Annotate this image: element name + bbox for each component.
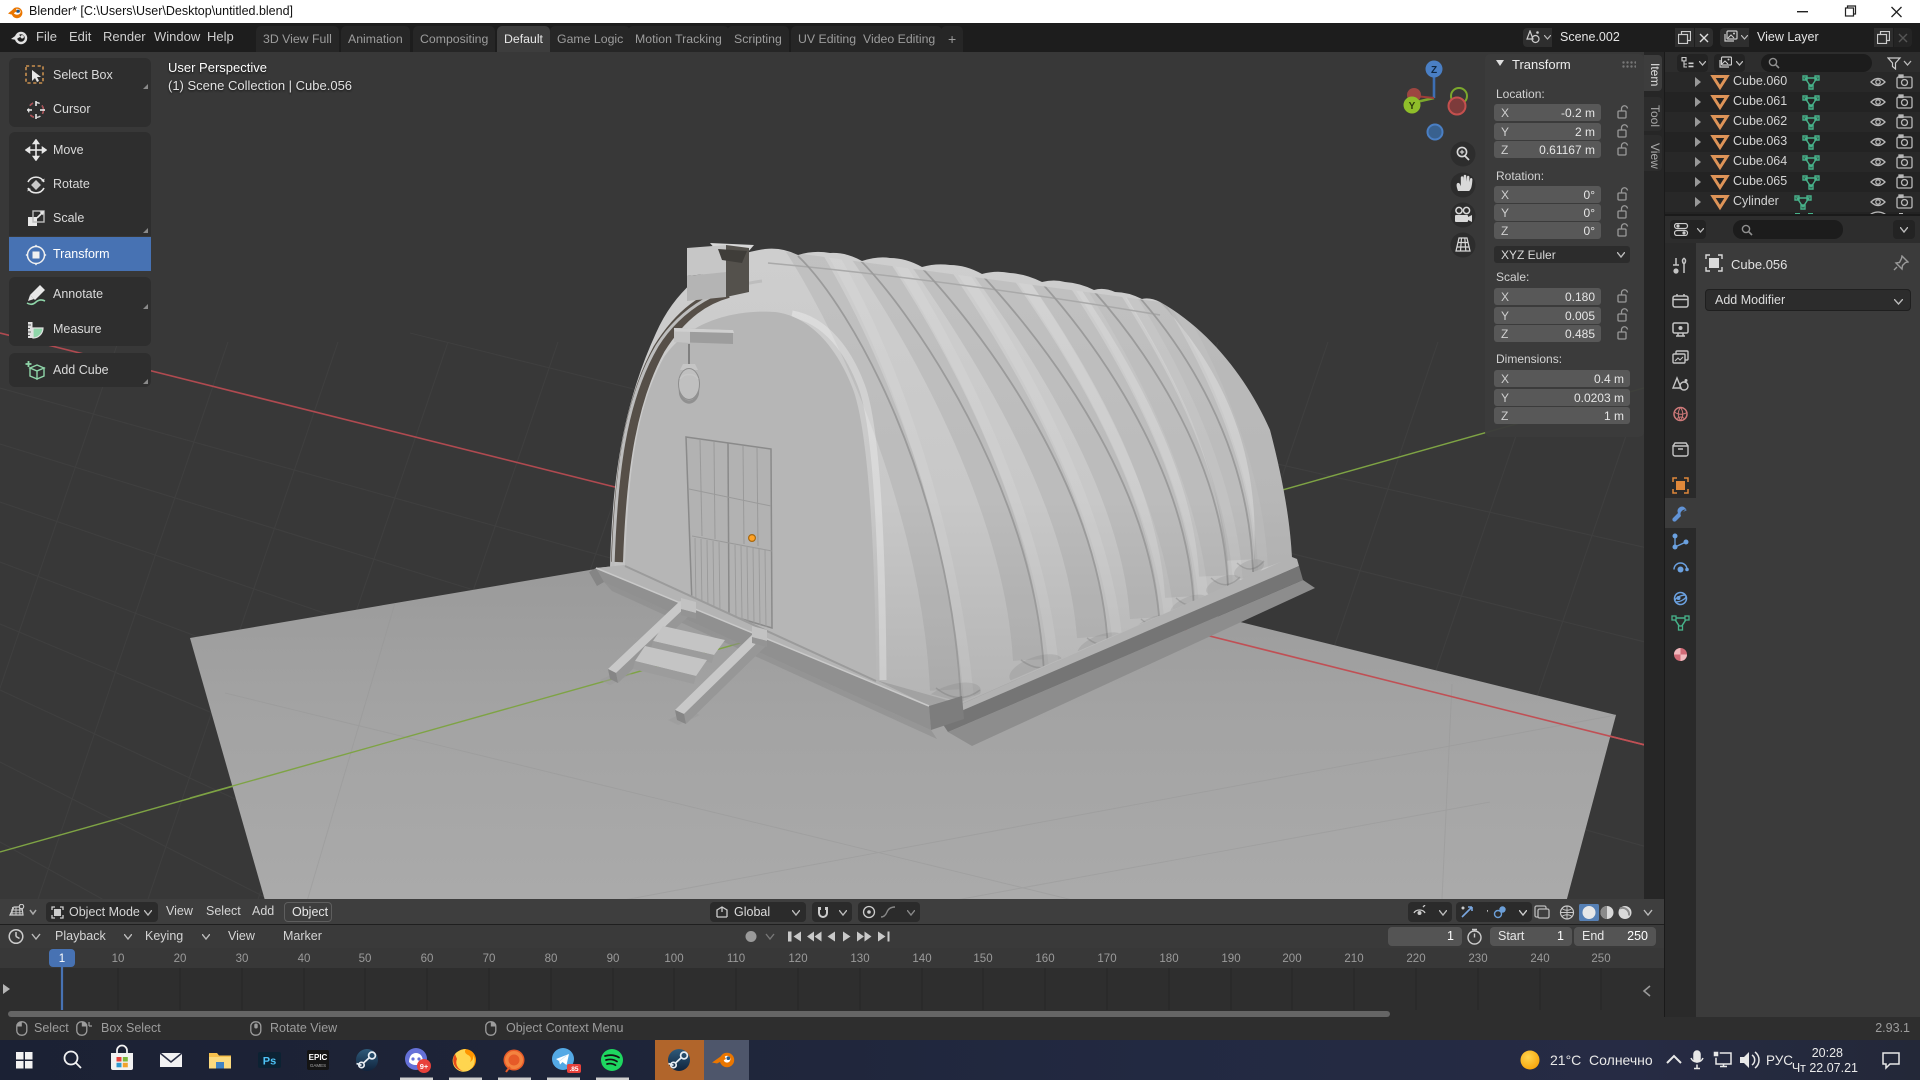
svg-text:20:28: 20:28 <box>1812 1046 1843 1060</box>
svg-text:110: 110 <box>727 953 745 965</box>
svg-text:150: 150 <box>973 953 992 965</box>
svg-text:Z: Z <box>1431 65 1437 76</box>
svg-text:160: 160 <box>1035 953 1054 965</box>
svg-text:70: 70 <box>483 953 496 965</box>
svg-text:РУС: РУС <box>1766 1053 1793 1068</box>
svg-text:220: 220 <box>1406 953 1425 965</box>
svg-text:60: 60 <box>421 953 434 965</box>
svg-text:Чт 22.07.21: Чт 22.07.21 <box>1792 1061 1858 1075</box>
svg-text:40: 40 <box>298 953 311 965</box>
svg-text:EPIC: EPIC <box>309 1053 328 1062</box>
svg-text:21°C Солнечно: 21°C Солнечно <box>1550 1052 1653 1068</box>
svg-text:.85: .85 <box>569 1066 578 1073</box>
svg-text:Ps: Ps <box>263 1056 276 1068</box>
svg-text:100: 100 <box>664 953 683 965</box>
svg-text:9+: 9+ <box>420 1062 429 1071</box>
svg-text:170: 170 <box>1097 953 1116 965</box>
svg-text:210: 210 <box>1344 953 1363 965</box>
svg-text:GAMES: GAMES <box>310 1063 326 1068</box>
svg-text:50: 50 <box>359 953 372 965</box>
svg-text:140: 140 <box>912 953 931 965</box>
svg-text:130: 130 <box>850 953 869 965</box>
svg-text:80: 80 <box>545 953 558 965</box>
svg-text:240: 240 <box>1530 953 1549 965</box>
svg-text:1: 1 <box>59 953 65 965</box>
svg-text:30: 30 <box>236 953 249 965</box>
svg-text:90: 90 <box>607 953 620 965</box>
svg-text:10: 10 <box>112 953 125 965</box>
svg-text:190: 190 <box>1221 953 1240 965</box>
svg-text:230: 230 <box>1468 953 1487 965</box>
svg-text:20: 20 <box>174 953 187 965</box>
svg-text:180: 180 <box>1159 953 1178 965</box>
svg-text:120: 120 <box>788 953 807 965</box>
svg-text:250: 250 <box>1591 953 1610 965</box>
svg-text:Y: Y <box>1409 101 1416 112</box>
svg-text:200: 200 <box>1282 953 1301 965</box>
